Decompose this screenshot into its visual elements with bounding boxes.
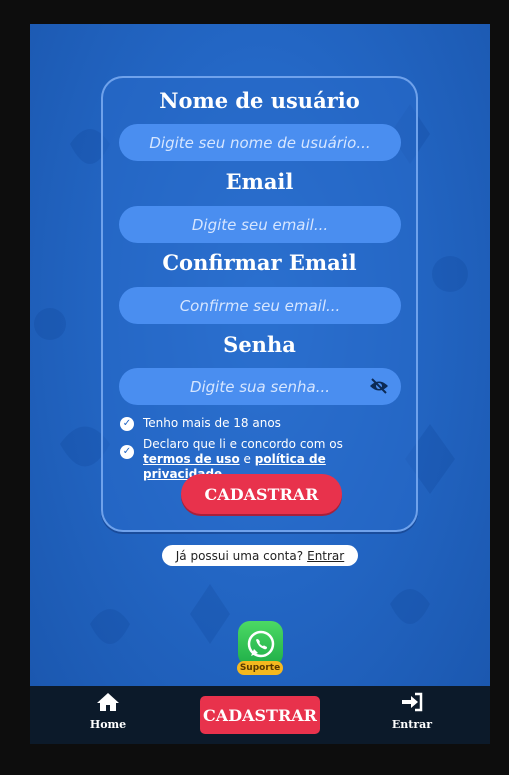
password-input[interactable]: Digite sua senha... [119, 368, 401, 405]
nav-home[interactable]: Home [68, 692, 148, 731]
password-label: Senha [223, 332, 296, 357]
nav-login-label: Entrar [391, 718, 433, 731]
register-button[interactable]: CADASTRAR [181, 474, 342, 514]
nav-login[interactable]: Entrar [372, 692, 452, 731]
confirm-email-placeholder: Confirme seu email... [179, 296, 341, 315]
terms-prefix: Declaro que li e concordo com os [143, 437, 343, 451]
eye-slash-icon[interactable] [369, 377, 389, 395]
app-screen: Nome de usuário Digite seu nome de usuár… [30, 24, 490, 744]
confirm-email-label: Confirmar Email [162, 250, 357, 275]
support-badge: Suporte [237, 661, 283, 675]
age-checkbox-row[interactable]: ✓ Tenho mais de 18 anos [120, 416, 281, 431]
age-checkbox-label: Tenho mais de 18 anos [143, 416, 281, 430]
register-card: Nome de usuário Digite seu nome de usuár… [101, 76, 418, 532]
email-input[interactable]: Digite seu email... [119, 206, 401, 243]
email-placeholder: Digite seu email... [191, 215, 329, 234]
nav-register-button[interactable]: CADASTRAR [200, 696, 320, 734]
whatsapp-support-button[interactable] [238, 621, 283, 666]
whatsapp-icon [247, 630, 274, 657]
login-prompt: Já possui uma conta? Entrar [162, 545, 358, 566]
terms-and: e [243, 452, 251, 466]
check-icon[interactable]: ✓ [120, 417, 134, 431]
login-prompt-text: Já possui uma conta? [175, 548, 304, 563]
terms-link[interactable]: termos de uso [143, 452, 240, 466]
sign-in-icon [402, 692, 423, 712]
username-label: Nome de usuário [159, 88, 360, 113]
login-link[interactable]: Entrar [307, 549, 344, 563]
home-icon [97, 693, 119, 711]
username-input[interactable]: Digite seu nome de usuário... [119, 124, 401, 161]
confirm-email-input[interactable]: Confirme seu email... [119, 287, 401, 324]
check-icon[interactable]: ✓ [120, 445, 134, 459]
username-placeholder: Digite seu nome de usuário... [149, 133, 371, 152]
bottom-nav: Home CADASTRAR Entrar [30, 686, 490, 744]
email-label: Email [225, 169, 294, 194]
password-placeholder: Digite sua senha... [189, 377, 331, 396]
nav-home-label: Home [89, 718, 127, 731]
